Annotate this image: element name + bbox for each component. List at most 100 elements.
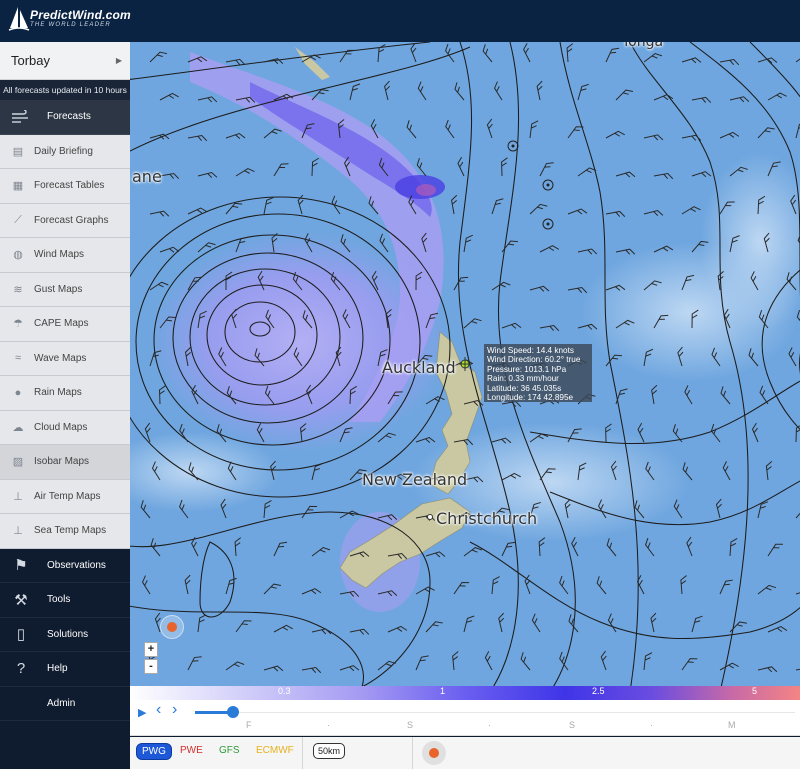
wind-barb-icon [722, 461, 731, 481]
wind-barb-icon [643, 652, 653, 671]
map-canvas[interactable] [130, 42, 800, 686]
wind-barb-icon [719, 662, 739, 671]
wind-barb-icon [767, 626, 788, 633]
sidebar-item-gust-maps[interactable]: ≋ Gust Maps [0, 272, 130, 307]
briefing-icon: ▤ [12, 145, 24, 158]
wind-barb-icon [680, 575, 687, 595]
wind-barb-icon [384, 80, 391, 101]
sidebar-item-help[interactable]: ? Help [0, 652, 130, 687]
timeline-track[interactable] [235, 712, 795, 713]
model-pwe-button[interactable]: PWE [180, 745, 203, 756]
cloud-icon: ☁ [12, 421, 24, 434]
legend-tick: 5 [752, 686, 758, 696]
compass-icon[interactable] [160, 615, 184, 639]
sidebar-item-forecast-tables[interactable]: ▦ Forecast Tables [0, 169, 130, 204]
wind-barb-icon [225, 577, 237, 595]
wind-barb-icon [531, 613, 541, 633]
wind-barb-icon [615, 171, 636, 178]
wind-barb-icon [410, 42, 417, 63]
wind-barb-icon [650, 612, 657, 633]
model-pwg-button[interactable]: PWG [136, 743, 172, 760]
wind-barb-icon [795, 121, 800, 139]
predictwind-logo[interactable]: PredictWind.com THE WORLD LEADER [8, 6, 131, 34]
sidebar-item-label: Tools [47, 594, 71, 606]
sidebar-item-forecast-graphs[interactable]: ⟋ Forecast Graphs [0, 203, 130, 238]
graph-icon: ⟋ [14, 213, 22, 226]
sidebar-item-observations[interactable]: ⚑ Observations [0, 548, 130, 583]
wind-barb-icon [339, 665, 360, 672]
wind-barb-icon [339, 510, 359, 519]
timeline-day-tick: S [569, 720, 576, 730]
hammer-icon: ⚒ [14, 591, 28, 609]
phone-icon: ▯ [16, 626, 26, 644]
zoom-out-button[interactable]: - [144, 659, 158, 674]
sidebar-item-wave-maps[interactable]: ≈ Wave Maps [0, 341, 130, 376]
next-step-button[interactable]: › [172, 701, 177, 719]
tooltip-rain: Rain: 0.33 mm/hour [487, 374, 559, 384]
wind-barb-icon [536, 80, 543, 101]
compass-button-icon[interactable] [422, 741, 446, 765]
wind-barb-icon [491, 281, 511, 291]
tooltip-wind-speed: Wind Speed: 14.4 knots [487, 346, 574, 355]
sidebar-item-sea-temp-maps[interactable]: ⊥ Sea Temp Maps [0, 514, 130, 549]
wind-barb-icon [159, 246, 180, 253]
isobar-map[interactable]: Tonga ane Auckland New Zealand Christchu… [130, 42, 800, 686]
wind-barb-icon [493, 81, 503, 101]
wind-barb-icon [605, 130, 625, 139]
model-gfs-button[interactable]: GFS [219, 745, 240, 756]
wind-barb-icon [539, 324, 560, 332]
wind-barb-icon [453, 581, 470, 595]
sail-logo-icon [8, 7, 30, 31]
previous-step-button[interactable]: ‹ [156, 701, 161, 719]
place-label-auckland: Auckland [382, 358, 456, 377]
wind-barb-icon [197, 96, 218, 103]
wind-barb-icon [615, 89, 634, 101]
table-icon: ▦ [12, 180, 24, 193]
sidebar-item-daily-briefing[interactable]: ▤ Daily Briefing [0, 134, 130, 169]
wind-barb-icon [377, 660, 396, 671]
wind-barb-icon [757, 501, 769, 519]
tooltip-wind-direction: Wind Direction: 60.2° true [487, 355, 581, 365]
gust-icon: ≋ [13, 283, 23, 296]
legend-tick: 1 [440, 686, 446, 696]
model-ecmwf-button[interactable]: ECMWF [256, 745, 294, 756]
wind-barb-icon [795, 589, 800, 596]
sidebar-item-wind-maps[interactable]: ◍ Wind Maps [0, 238, 130, 273]
wind-barb-icon [453, 276, 469, 291]
wind-barb-icon [529, 120, 539, 139]
wind-barb-icon [719, 59, 740, 66]
wind-barb-icon [643, 210, 664, 217]
sidebar-item-solutions[interactable]: ▯ Solutions [0, 617, 130, 652]
nav-forecasts[interactable]: Forecasts [0, 100, 130, 135]
timeline-slider-handle[interactable] [227, 706, 239, 718]
sidebar-item-rain-maps[interactable]: ● Rain Maps [0, 376, 130, 411]
wind-barb-icon [681, 57, 702, 64]
sidebar-item-isobar-maps[interactable]: ▨ Isobar Maps [0, 445, 130, 480]
wind-barb-icon [559, 575, 569, 595]
top-bar: PredictWind.com THE WORLD LEADER [0, 0, 800, 42]
sidebar-item-admin[interactable]: Admin [0, 686, 130, 721]
wind-barb-icon [501, 541, 516, 557]
wind-barb-icon [788, 347, 797, 367]
wind-barb-icon [767, 543, 783, 557]
sidebar-item-label: Sea Temp Maps [34, 525, 107, 537]
sidebar-item-label: Observations [47, 559, 106, 571]
legend-tick: 2.5 [592, 686, 605, 696]
sidebar-item-cape-maps[interactable]: ☂ CAPE Maps [0, 307, 130, 342]
wind-barb-icon [425, 621, 443, 633]
location-selector[interactable]: Torbay ▶ [0, 42, 130, 80]
sidebar-item-tools[interactable]: ⚒ Tools [0, 583, 130, 618]
sidebar-item-cloud-maps[interactable]: ☁ Cloud Maps [0, 410, 130, 445]
tooltip-latitude: Latitude: 36 45.035s [487, 383, 562, 393]
wind-barb-icon [643, 134, 664, 141]
wind-barb-icon [445, 43, 455, 63]
wind-barb-icon [767, 92, 787, 101]
wind-barb-icon [150, 538, 161, 557]
zoom-in-button[interactable]: + [144, 642, 158, 657]
wind-barb-icon [686, 536, 693, 557]
wind-barb-icon [719, 579, 733, 595]
sidebar-item-air-temp-maps[interactable]: ⊥ Air Temp Maps [0, 479, 130, 514]
wind-barb-icon [757, 584, 777, 595]
play-button[interactable]: ▶ [138, 706, 146, 719]
storm-icon: ☂ [13, 318, 23, 331]
